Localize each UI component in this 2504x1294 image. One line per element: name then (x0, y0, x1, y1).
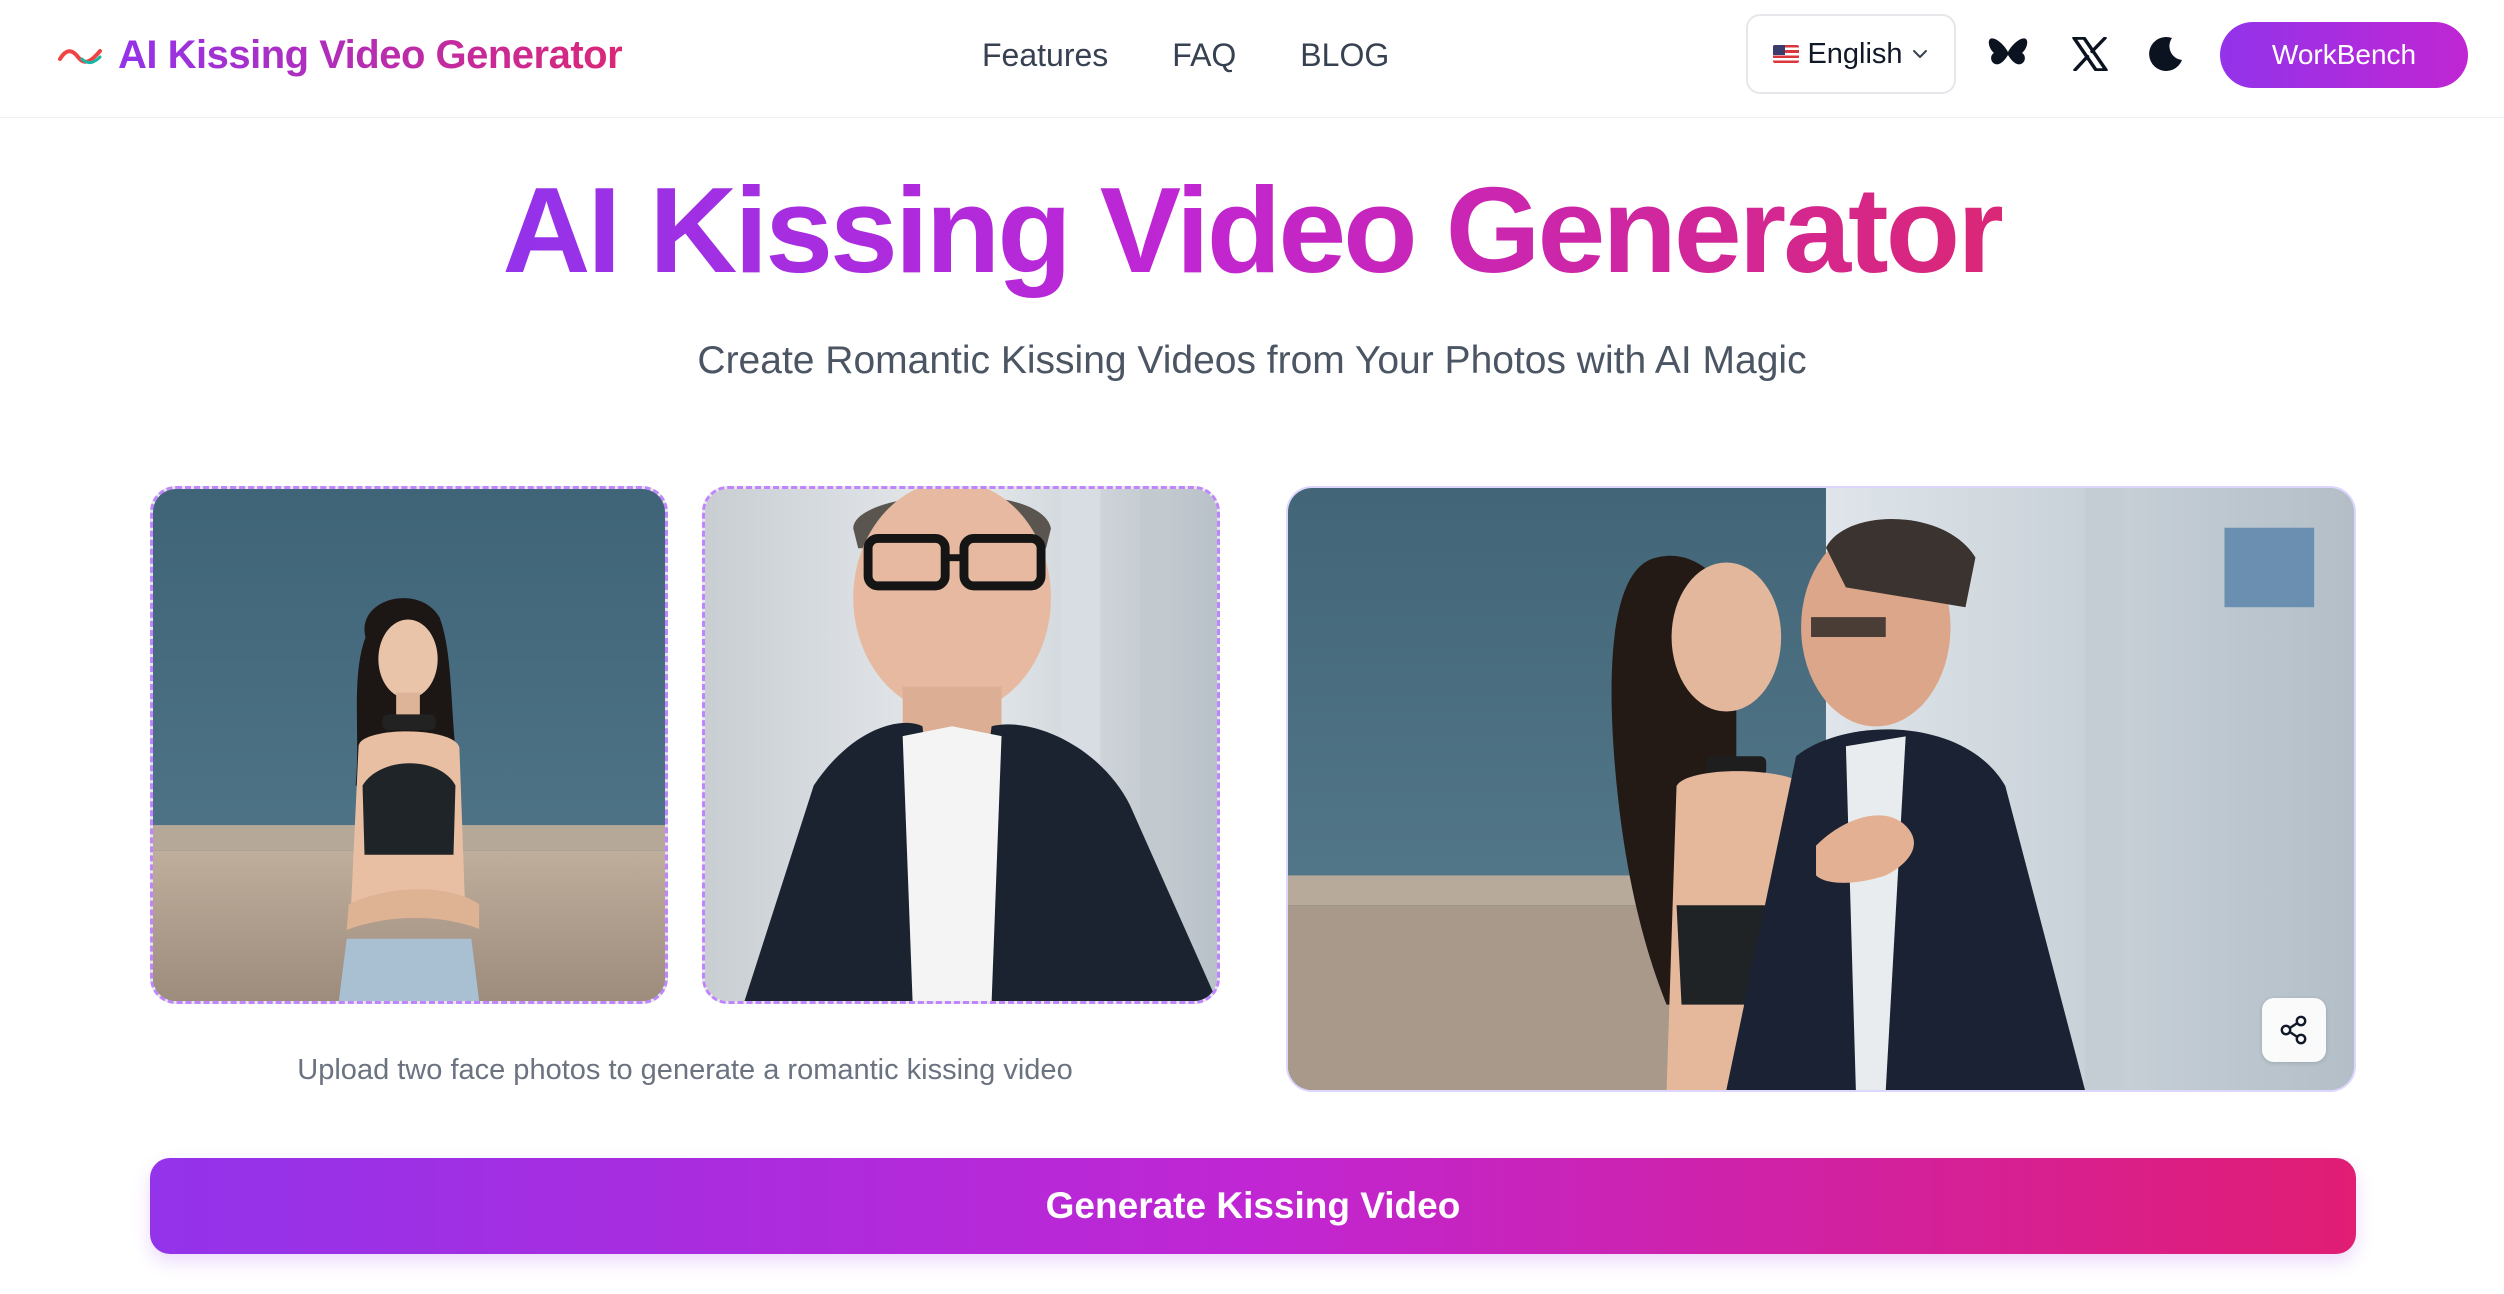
x-icon[interactable] (2066, 30, 2114, 78)
share-icon[interactable] (2262, 998, 2326, 1062)
brand-link[interactable]: AI Kissing Video Generator (58, 30, 623, 80)
upload-hint: Upload two face photos to generate a rom… (297, 1054, 1073, 1086)
nav-faq[interactable]: FAQ (1172, 34, 1236, 76)
language-select[interactable]: English (1746, 14, 1956, 94)
logo-icon (58, 49, 102, 65)
main-nav: Features FAQ BLOG (982, 34, 1389, 76)
page-title-text: AI Kissing Video Generator (502, 162, 2004, 298)
man-portrait-photo (705, 489, 1217, 1001)
brand-name: AI Kissing Video Generator (118, 32, 623, 77)
page-title: AI Kissing Video Generator (0, 160, 2504, 300)
moon-icon[interactable] (2142, 30, 2190, 78)
workbench-button[interactable]: WorkBench (2220, 22, 2468, 88)
us-flag-icon (1773, 45, 1800, 63)
result-video-frame (1288, 488, 2354, 1090)
bluesky-butterfly-icon[interactable] (1984, 30, 2032, 78)
nav-features[interactable]: Features (982, 34, 1108, 76)
chevron-down-icon (1912, 50, 1927, 58)
top-navbar: AI Kissing Video Generator Features FAQ … (0, 0, 2504, 118)
upload-photo-2[interactable] (702, 486, 1220, 1004)
page-subtitle: Create Romantic Kissing Videos from Your… (697, 339, 1807, 382)
kissing-video-preview[interactable] (1286, 486, 2356, 1092)
upload-photo-1[interactable] (150, 486, 668, 1004)
generate-button[interactable]: Generate Kissing Video (150, 1158, 2356, 1254)
language-label: English (1807, 37, 1903, 70)
woman-portrait-photo (153, 489, 665, 1001)
nav-blog[interactable]: BLOG (1300, 34, 1389, 76)
